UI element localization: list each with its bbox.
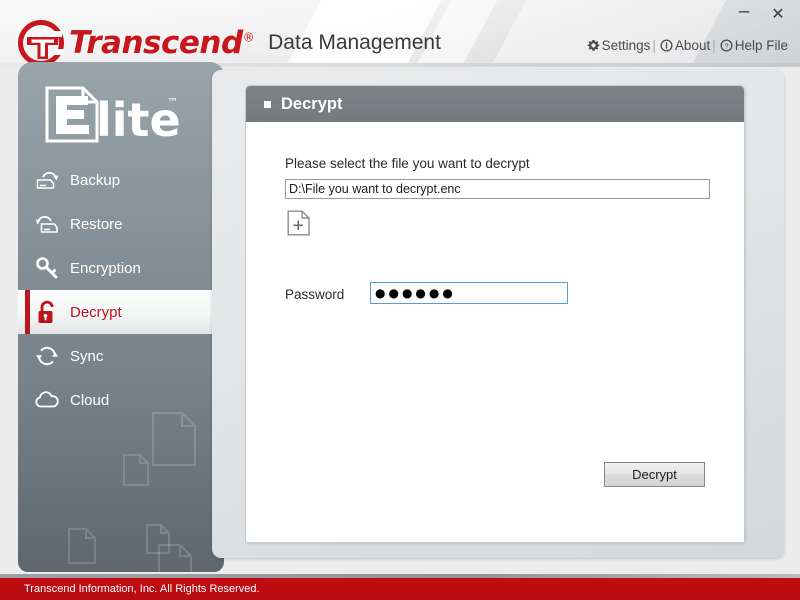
svg-text:?: ? xyxy=(724,41,728,50)
close-button[interactable]: ✕ xyxy=(766,4,790,26)
file-select-label: Please select the file you want to decry… xyxy=(285,156,530,171)
file-path-input[interactable] xyxy=(285,179,710,199)
document-watermark xyxy=(123,454,149,486)
restore-drive-icon xyxy=(24,213,70,235)
sidebar: lite ™ Backup xyxy=(18,62,224,572)
cloud-icon xyxy=(24,391,70,409)
gear-icon xyxy=(587,39,600,52)
settings-link-label: Settings xyxy=(602,38,651,53)
brand-wordmark: Transcend® xyxy=(69,28,254,59)
info-circle-icon xyxy=(660,39,673,52)
sidebar-item-label: Decrypt xyxy=(70,305,122,320)
sidebar-item-decrypt[interactable]: Decrypt xyxy=(18,290,224,334)
sidebar-item-backup[interactable]: Backup xyxy=(18,158,224,202)
question-circle-icon: ? xyxy=(720,39,733,52)
app-title: Data Management xyxy=(268,32,441,55)
link-separator: | xyxy=(652,38,656,53)
trademark-mark: ™ xyxy=(167,96,178,109)
backup-drive-icon xyxy=(24,169,70,191)
card-header: Decrypt xyxy=(246,86,744,122)
page-title: Decrypt xyxy=(281,96,342,113)
sidebar-item-restore[interactable]: Restore xyxy=(18,202,224,246)
sidebar-item-label: Restore xyxy=(70,217,123,232)
decrypt-button[interactable]: Decrypt xyxy=(604,462,705,487)
sidebar-item-encryption[interactable]: Encryption xyxy=(18,246,224,290)
decrypt-card: Decrypt Please select the file you want … xyxy=(245,85,745,543)
title-bar: Transcend® Data Management – ✕ Settings … xyxy=(0,0,800,67)
sidebar-item-label: Encryption xyxy=(70,261,141,276)
sidebar-item-sync[interactable]: Sync xyxy=(18,334,224,378)
add-file-button[interactable] xyxy=(287,210,311,236)
brand: Transcend® Data Management xyxy=(18,20,441,66)
elite-logo: lite ™ xyxy=(44,84,184,144)
settings-link[interactable]: Settings xyxy=(587,38,651,53)
content-panel: Decrypt Please select the file you want … xyxy=(212,70,784,558)
sync-arrows-icon xyxy=(24,344,70,368)
help-file-link[interactable]: ? Help File xyxy=(720,38,788,53)
sidebar-item-cloud[interactable]: Cloud xyxy=(18,378,224,422)
password-input[interactable] xyxy=(370,282,568,304)
about-link-label: About xyxy=(675,38,710,53)
sidebar-item-label: Sync xyxy=(70,349,103,364)
transcend-logo-icon xyxy=(18,20,66,66)
active-indicator-bar xyxy=(25,290,30,334)
about-link[interactable]: About xyxy=(660,38,710,53)
copyright-text: Transcend Information, Inc. All Rights R… xyxy=(24,584,260,595)
help-file-link-label: Help File xyxy=(735,38,788,53)
document-watermark xyxy=(68,528,96,564)
link-separator: | xyxy=(712,38,716,53)
footer: Transcend Information, Inc. All Rights R… xyxy=(0,578,800,600)
document-watermark xyxy=(158,544,192,572)
key-icon xyxy=(24,256,70,280)
application-window: Transcend® Data Management – ✕ Settings … xyxy=(0,0,800,600)
sidebar-item-label: Backup xyxy=(70,173,120,188)
header-streak xyxy=(462,0,747,67)
unlocked-padlock-icon xyxy=(24,300,70,325)
brand-name: Transcend xyxy=(69,25,243,61)
card-body: Please select the file you want to decry… xyxy=(246,122,744,543)
header-links: Settings | About | ? xyxy=(587,38,788,53)
minimize-button[interactable]: – xyxy=(732,4,756,26)
registered-mark: ® xyxy=(243,30,255,44)
title-bullet-icon xyxy=(264,101,271,108)
add-file-icon xyxy=(287,210,311,236)
sidebar-item-label: Cloud xyxy=(70,393,109,408)
password-label: Password xyxy=(285,287,344,302)
window-controls: – ✕ xyxy=(732,4,790,26)
sidebar-nav: Backup Restore xyxy=(18,158,224,422)
